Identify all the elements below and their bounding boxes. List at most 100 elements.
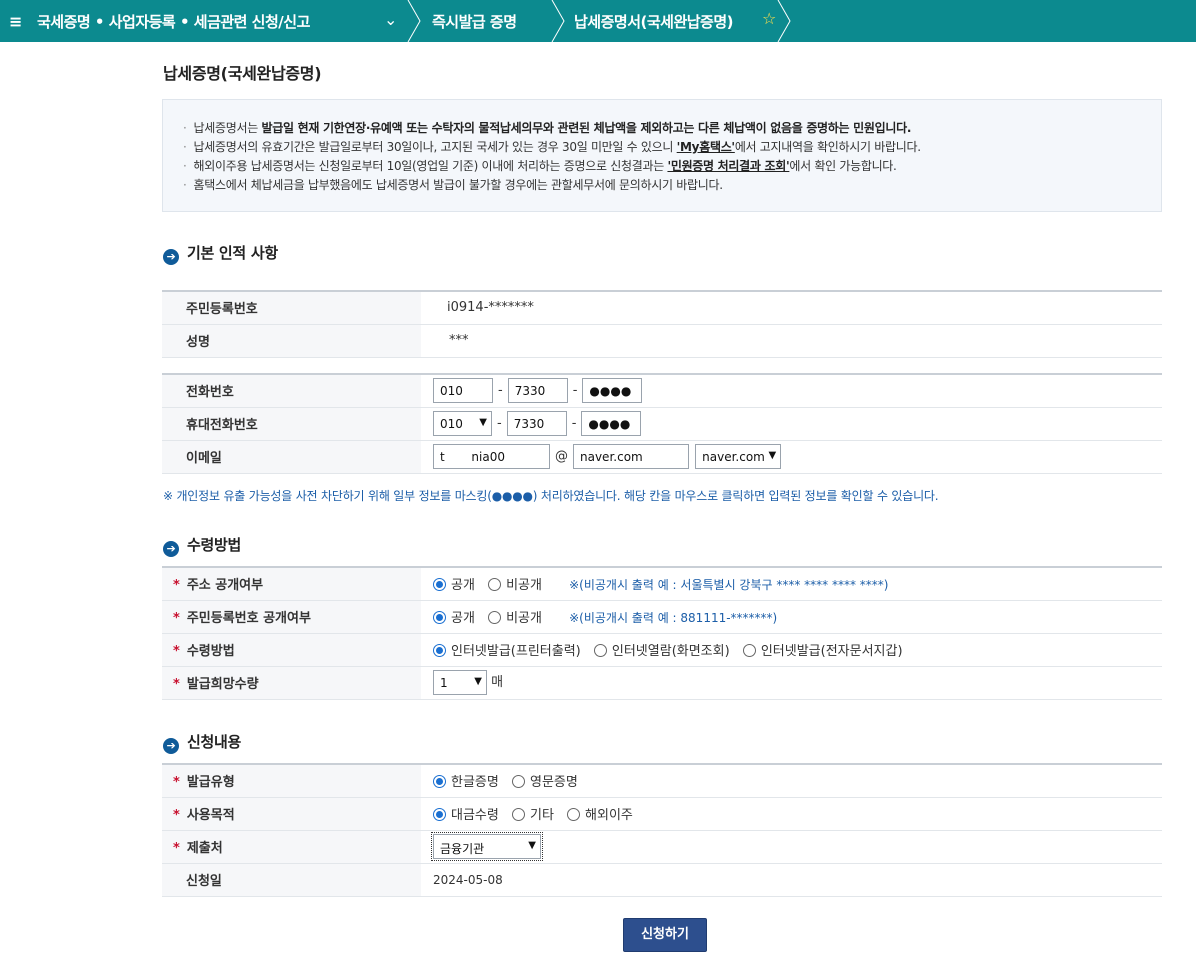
section-title-receive-method: ➔ 수령방법 <box>163 534 241 557</box>
section-title-basic-info: ➔ 기본 인적 사항 <box>163 242 278 265</box>
issue-type-label: * 발급유형 <box>162 764 421 798</box>
chevron-down-icon: ▼ <box>528 840 536 851</box>
type-english-radio[interactable]: 영문증명 <box>511 775 578 790</box>
phone-middle-input[interactable]: 7330 <box>507 378 568 404</box>
email-label: 이메일 <box>162 440 421 474</box>
table-row: 신청일 2024-05-08 <box>162 863 1162 897</box>
table-row: 이메일 t nia00 @ naver.com naver.com ▼ <box>162 440 1162 474</box>
section-title-application: ➔ 신청내용 <box>163 731 241 754</box>
mobile-label: 휴대전화번호 <box>162 407 421 441</box>
rrn-hint: ※(비공개시 출력 예 : 881111-*******) <box>569 611 778 625</box>
chevron-down-icon[interactable]: ⌄ <box>384 10 397 29</box>
breadcrumb-current-page: 납세증명서(국세완납증명) <box>574 13 734 31</box>
name-value: *** <box>421 324 1162 358</box>
table-row: * 사용목적 대금수령 기타 해외이주 <box>162 797 1162 831</box>
basic-info-table: 주민등록번호 i0914-******* 성명 *** <box>162 290 1162 358</box>
table-row: * 수령방법 인터넷발급(프린터출력) 인터넷열람(화면조회) 인터넷발급(전자문… <box>162 633 1162 667</box>
method-print-radio[interactable]: 인터넷발급(프린터출력) <box>433 644 581 659</box>
table-row: 전화번호 010-7330- ●●●● <box>162 374 1162 408</box>
application-table: * 발급유형 한글증명 영문증명 * 사용목적 대금수령 기타 해외이주 * 제출처 … <box>162 763 1162 897</box>
quantity-label: * 발급희망수량 <box>162 666 421 700</box>
apply-date-value: 2024-05-08 <box>421 863 1162 897</box>
notice-item: 홈택스에서 체납세금을 납부했음에도 납세증명서 발급이 불가할 경우에는 관할… <box>183 176 1161 195</box>
rrn-value: i0914-******* <box>421 291 1162 325</box>
table-row: * 발급희망수량 1 ▼ 매 <box>162 666 1162 700</box>
radio-unselected-icon <box>593 644 607 657</box>
purpose-label: * 사용목적 <box>162 797 421 831</box>
breadcrumb-separator-icon <box>776 0 792 42</box>
page-title: 납세증명(국세완납증명) <box>163 64 322 83</box>
radio-selected-icon <box>433 775 446 789</box>
table-row: 주민등록번호 i0914-******* <box>162 291 1162 325</box>
section-bullet-icon: ➔ <box>163 249 179 265</box>
name-label: 성명 <box>162 324 421 358</box>
receive-method-table: * 주소 공개여부 공개 비공개 ※(비공개시 출력 예 : 서울특별시 강북구 … <box>162 566 1162 700</box>
notice-item: 해외이주용 납세증명서는 신청일로부터 10일(영업일 기준) 이내에 처리하는… <box>183 157 1161 176</box>
radio-selected-icon <box>433 644 446 657</box>
breadcrumb-separator-icon <box>550 0 566 42</box>
email-domain-input[interactable]: naver.com <box>573 444 689 469</box>
address-private-radio[interactable]: 비공개 <box>488 578 542 593</box>
notice-item: 납세증명서의 유효기간은 발급일로부터 30일이나, 고지된 국세가 있는 경우… <box>183 138 1161 157</box>
rrn-private-radio[interactable]: 비공개 <box>488 611 542 626</box>
address-disclosure-label: * 주소 공개여부 <box>162 567 421 601</box>
radio-unselected-icon <box>511 775 525 789</box>
quantity-select[interactable]: 1 ▼ <box>433 670 487 695</box>
favorite-star-icon[interactable]: ☆ <box>762 9 776 28</box>
method-view-radio[interactable]: 인터넷열람(화면조회) <box>593 644 730 659</box>
radio-unselected-icon <box>567 808 581 821</box>
table-row: * 발급유형 한글증명 영문증명 <box>162 764 1162 798</box>
phone-label: 전화번호 <box>162 374 421 408</box>
submit-button[interactable]: 신청하기 <box>623 918 707 952</box>
purpose-payment-radio[interactable]: 대금수령 <box>433 808 499 823</box>
phone-last-input[interactable]: ●●●● <box>582 378 643 404</box>
quantity-unit: 매 <box>491 675 504 690</box>
breadcrumb-separator-icon <box>406 0 422 42</box>
apply-date-label: 신청일 <box>162 863 421 897</box>
section-bullet-icon: ➔ <box>163 738 179 754</box>
submit-to-select[interactable]: 금융기관 ▼ <box>431 832 543 861</box>
email-id-input[interactable]: t nia00 <box>433 444 550 469</box>
top-nav-bar: ≡ 국세증명 • 사업자등록 • 세금관련 신청/신고 ⌄ 즉시발급 증명 납세… <box>0 0 1196 42</box>
mobile-prefix-select[interactable]: 010 ▼ <box>433 411 492 436</box>
notice-box: 납세증명서는 발급일 현재 기한연장·유예액 또는 수탁자의 물적납세의무와 관… <box>162 99 1162 212</box>
breadcrumb-instant-issue[interactable]: 즉시발급 증명 <box>432 11 517 32</box>
contact-table: 전화번호 010-7330- ●●●● 휴대전화번호 010 ▼ -7330- ●●●●… <box>162 373 1162 474</box>
hamburger-menu-icon[interactable]: ≡ <box>9 12 22 31</box>
type-korean-radio[interactable]: 한글증명 <box>433 775 499 790</box>
radio-selected-icon <box>433 808 446 821</box>
radio-unselected-icon <box>488 578 502 592</box>
table-row: * 주소 공개여부 공개 비공개 ※(비공개시 출력 예 : 서울특별시 강북구 … <box>162 567 1162 601</box>
purpose-emigration-radio[interactable]: 해외이주 <box>567 808 633 823</box>
purpose-other-radio[interactable]: 기타 <box>511 808 554 823</box>
radio-selected-icon <box>433 578 446 592</box>
radio-unselected-icon <box>742 644 756 657</box>
radio-unselected-icon <box>488 611 502 624</box>
email-domain-select[interactable]: naver.com ▼ <box>695 444 782 469</box>
mobile-last-input[interactable]: ●●●● <box>581 411 642 436</box>
receive-method-label: * 수령방법 <box>162 633 421 667</box>
chevron-down-icon: ▼ <box>479 417 487 428</box>
address-hint: ※(비공개시 출력 예 : 서울특별시 강북구 **** **** **** *… <box>569 578 889 593</box>
civil-result-inquiry-link[interactable]: '민원증명 처리결과 조회' <box>667 159 789 173</box>
notice-item: 납세증명서는 발급일 현재 기한연장·유예액 또는 수탁자의 물적납세의무와 관… <box>183 119 1161 138</box>
chevron-down-icon: ▼ <box>768 450 777 461</box>
rrn-disclosure-label: * 주민등록번호 공개여부 <box>162 600 421 634</box>
section-bullet-icon: ➔ <box>163 541 179 557</box>
table-row: 성명 *** <box>162 324 1162 358</box>
radio-selected-icon <box>433 611 446 624</box>
masking-notice: ※ 개인정보 유출 가능성을 사전 차단하기 위해 일부 정보를 마스킹(●●●… <box>163 489 939 503</box>
table-row: * 제출처 금융기관 ▼ <box>162 830 1162 864</box>
rrn-label: 주민등록번호 <box>162 291 421 325</box>
table-row: * 주민등록번호 공개여부 공개 비공개 ※(비공개시 출력 예 : 881111… <box>162 600 1162 634</box>
submit-to-label: * 제출처 <box>162 830 421 864</box>
method-wallet-radio[interactable]: 인터넷발급(전자문서지갑) <box>742 644 903 659</box>
address-public-radio[interactable]: 공개 <box>433 578 475 593</box>
breadcrumb-category[interactable]: 국세증명 • 사업자등록 • 세금관련 신청/신고 <box>37 11 310 32</box>
my-hometax-link[interactable]: 'My홈택스' <box>677 140 735 154</box>
table-row: 휴대전화번호 010 ▼ -7330- ●●●● <box>162 407 1162 441</box>
rrn-public-radio[interactable]: 공개 <box>433 611 475 626</box>
radio-unselected-icon <box>511 808 525 821</box>
mobile-middle-input[interactable]: 7330 <box>506 411 567 436</box>
phone-prefix-input[interactable]: 010 <box>433 378 493 404</box>
